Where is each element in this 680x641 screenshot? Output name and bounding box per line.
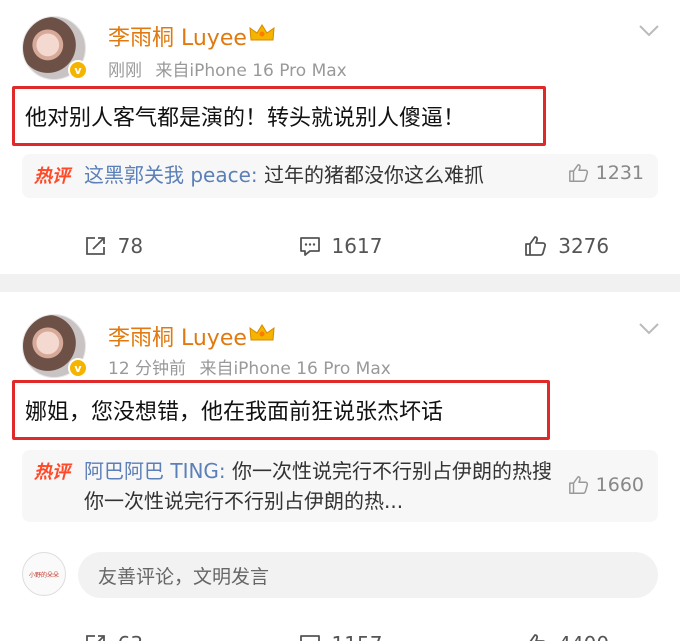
repost-count: 63 [118,632,143,641]
comment-input[interactable]: 友善评论，文明发言 [78,552,658,598]
weibo-post: v 李雨桐 Luyee 刚刚 来自iPhone 16 Pro Max 他对别人客… [0,0,680,274]
weibo-post: v 李雨桐 Luyee 12 分钟前 来自iPhone 16 Pro Max 娜… [0,292,680,641]
hot-comment-tag: 热评 [34,166,70,187]
comment-icon [299,237,320,256]
hot-comment-like-count: 1231 [595,162,644,184]
hot-comment-author[interactable]: 阿巴阿巴 TING: [84,459,226,483]
verified-badge-icon: v [68,358,88,378]
post-source: 来自iPhone 16 Pro Max [199,359,391,379]
like-button[interactable]: 4400 [453,626,680,641]
post-text: 娜姐，您没想错，他在我面前狂说张杰坏话 [12,380,550,440]
hot-comment-like-button[interactable]: 1231 [568,162,644,184]
repost-button[interactable]: 63 [0,626,227,641]
post-meta: 12 分钟前 来自iPhone 16 Pro Max [108,354,399,379]
comment-count: 1157 [332,632,383,641]
chevron-down-icon[interactable] [638,24,660,38]
hot-comment[interactable]: 热评 阿巴阿巴 TING: 你一次性说完行不行别占伊朗的热搜你一次性说完行不行别… [22,450,658,522]
repost-icon [85,237,105,255]
like-icon [568,476,588,494]
hot-comment-text: 过年的猪都没你这么难抓 [257,163,485,187]
post-meta: 刚刚 来自iPhone 16 Pro Max [108,56,355,81]
post-time: 刚刚 [108,61,142,81]
comment-icon [299,635,320,641]
like-button[interactable]: 3276 [453,228,680,264]
comment-button[interactable]: 1617 [227,228,454,264]
post-source: 来自iPhone 16 Pro Max [155,61,347,81]
repost-button[interactable]: 78 [0,228,227,264]
hot-comment-like-button[interactable]: 1660 [568,474,644,496]
verified-badge-icon: v [68,60,88,80]
repost-count: 78 [117,234,144,258]
crown-icon [249,324,275,341]
like-count: 3276 [558,234,610,258]
username[interactable]: 李雨桐 Luyee [108,320,247,352]
hot-comment-body: 阿巴阿巴 TING: 你一次性说完行不行别占伊朗的热搜你一次性说完行不行别占伊朗… [84,456,554,516]
post-actions: 78 1617 3276 [0,228,680,264]
chevron-down-icon[interactable] [638,322,660,336]
crown-icon [249,24,275,41]
hot-comment-tag: 热评 [34,462,70,483]
hot-comment[interactable]: 热评 这黑郭关我 peace: 过年的猪都没你这么难抓 1231 [22,154,658,198]
user-avatar[interactable]: 小野的朵朵 [22,552,66,596]
hot-comment-body: 这黑郭关我 peace: 过年的猪都没你这么难抓 [84,160,564,190]
comment-composer: 小野的朵朵 友善评论，文明发言 [0,552,680,600]
like-count: 4400 [558,632,609,641]
post-actions: 63 1157 4400 [0,626,680,641]
post-divider [0,274,680,292]
username[interactable]: 李雨桐 Luyee [108,20,247,52]
repost-icon [85,635,105,641]
post-text: 他对别人客气都是演的！转头就说别人傻逼！ [12,86,546,146]
hot-comment-author[interactable]: 这黑郭关我 peace: [84,163,258,187]
comment-button[interactable]: 1157 [227,626,454,641]
like-icon [529,634,546,641]
like-icon [568,164,588,182]
like-icon [525,236,547,256]
hot-comment-like-count: 1660 [595,474,644,496]
comment-count: 1617 [331,234,383,258]
post-time: 12 分钟前 [108,359,187,379]
